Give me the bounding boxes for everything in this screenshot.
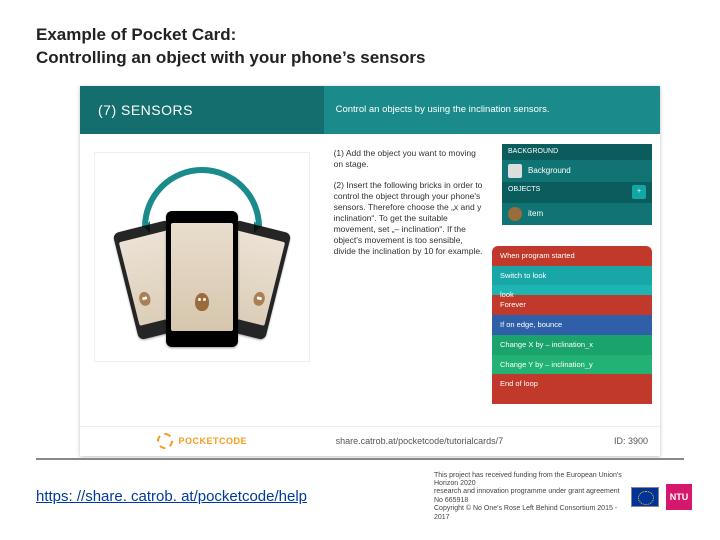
funding-line1: This project has received funding from t…: [434, 472, 624, 489]
card-stage: [80, 134, 324, 426]
help-link[interactable]: https: //share. catrob. at/pocketcode/he…: [36, 488, 307, 505]
slide-footer: https: //share. catrob. at/pocketcode/he…: [0, 472, 720, 522]
section-objects-label: OBJECTS: [508, 185, 540, 199]
title-line2: Controlling an object with your phone’s …: [36, 48, 425, 67]
brick-edge-bounce: If on edge, bounce: [492, 315, 652, 335]
slide-title: Example of Pocket Card: Controlling an o…: [0, 0, 720, 82]
brick-look-value: look: [492, 285, 652, 295]
card-body: (1) Add the object you want to moving on…: [80, 134, 660, 426]
background-thumb-icon: [508, 164, 522, 178]
brick-when-started: When program started: [492, 246, 652, 266]
card-footer-id: ID: 3900: [614, 436, 648, 446]
pocketcode-brand-label: POCKETCODE: [179, 436, 248, 446]
card-instructions: (1) Add the object you want to moving on…: [324, 134, 660, 426]
item-thumb-icon: [508, 207, 522, 221]
row-background: Background: [502, 159, 652, 182]
brick-change-x: Change X by – inclination_x: [492, 335, 652, 355]
brick-tail: [492, 394, 652, 404]
step-2: (2) Insert the following bricks in order…: [334, 180, 484, 257]
brick-end-loop: End of loop: [492, 374, 652, 394]
add-object-icon: +: [632, 185, 646, 199]
section-background: BACKGROUND: [502, 144, 652, 159]
row-item-label: item: [528, 209, 543, 219]
phones-illustration: [94, 152, 310, 362]
card-footer: POCKETCODE share.catrob.at/pocketcode/tu…: [80, 426, 660, 456]
section-background-label: BACKGROUND: [508, 147, 558, 156]
card-meta: share.catrob.at/pocketcode/tutorialcards…: [324, 436, 660, 446]
section-objects: OBJECTS +: [502, 182, 652, 202]
title-line1: Example of Pocket Card:: [36, 25, 236, 44]
brick-forever: Forever: [492, 295, 652, 315]
card-footer-url: share.catrob.at/pocketcode/tutorialcards…: [336, 436, 504, 446]
brick-change-y: Change Y by – inclination_y: [492, 355, 652, 375]
card-header-right: Control an objects by using the inclinat…: [324, 86, 660, 134]
pocket-card: (7) SENSORS Control an objects by using …: [80, 86, 660, 456]
step-1: (1) Add the object you want to moving on…: [334, 148, 484, 170]
ntu-logo: NTU: [666, 484, 692, 510]
pocketcode-logo-icon: [157, 433, 173, 449]
card-header-left: (7) SENSORS: [80, 86, 324, 134]
card-header: (7) SENSORS Control an objects by using …: [80, 86, 660, 134]
row-background-label: Background: [528, 166, 571, 176]
funding-line2: research and innovation programme under …: [434, 488, 624, 505]
funding-line3: Copyright © No One's Rose Left Behind Co…: [434, 505, 624, 522]
pocketcode-brand: POCKETCODE: [80, 433, 324, 449]
row-item: item: [502, 202, 652, 225]
mini-app-objects: BACKGROUND Background OBJECTS + item: [502, 144, 652, 225]
brick-stack: When program started Switch to look look…: [492, 246, 652, 404]
funding-text: This project has received funding from t…: [434, 472, 624, 522]
phone-center: [166, 211, 238, 347]
eu-flag-icon: [632, 488, 658, 506]
brick-switch-look: Switch to look: [492, 266, 652, 286]
divider-line: [36, 458, 684, 460]
